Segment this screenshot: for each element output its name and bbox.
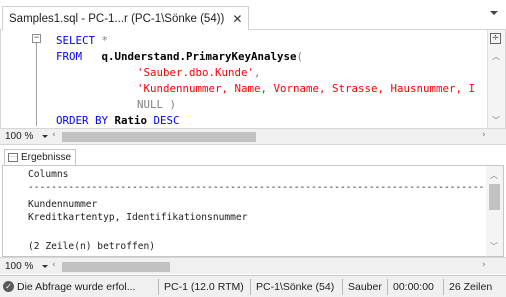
open-paren: ( — [296, 50, 304, 63]
status-divider — [342, 279, 343, 295]
chevron-down-icon — [42, 135, 49, 138]
keyword-null: NULL — [137, 98, 164, 111]
collapse-icon[interactable]: − — [32, 34, 41, 43]
status-divider — [250, 279, 251, 295]
result-rowcount: (2 Zeile(n) betroffen) — [28, 241, 156, 252]
order-column: Ratio — [108, 114, 148, 127]
query-status-bar: ✓ Die Abfrage wurde erfol... PC-1 (12.0 … — [0, 275, 506, 297]
results-zoom-select[interactable]: 100 % — [5, 259, 49, 274]
scroll-right-icon[interactable]: › — [482, 130, 486, 140]
tab-title: Samples1.sql - PC-1...r (PC-1\Sönke (54)… — [9, 12, 225, 25]
scroll-up-icon[interactable]: ︿ — [490, 170, 498, 181]
results-pane[interactable]: Columns --------------------------------… — [2, 165, 504, 257]
tab-ergebnisse[interactable]: Ergebnisse — [4, 149, 77, 165]
results-vertical-scrollbar[interactable]: ︿ ﹀ — [486, 166, 503, 256]
status-elapsed-time: 00:00:00 — [393, 281, 434, 293]
code-line-2: FROM q.Understand.PrimaryKeyAnalyse( — [56, 49, 303, 65]
results-zoom-row: 100 % ‹ › — [0, 257, 506, 274]
document-tab-bar: Samples1.sql - PC-1...r (PC-1\Sönke (54)… — [0, 0, 506, 30]
result-line: Kreditkartentyp, Identifikationsnummer — [28, 212, 248, 223]
outline-guide — [36, 34, 37, 126]
keyword-desc: DESC — [147, 114, 180, 127]
string-arg-2: 'Kundennummer, Name, Vorname, Strasse, H… — [137, 82, 476, 95]
close-paren: ) — [163, 98, 177, 111]
results-tab-row: Ergebnisse — [0, 147, 506, 165]
status-divider — [158, 279, 159, 295]
scroll-down-icon[interactable]: ﹀ — [492, 115, 500, 126]
grid-results-icon — [8, 153, 18, 162]
scroll-left-icon[interactable]: ‹ — [52, 130, 56, 140]
result-separator: ----------------------------------------… — [28, 182, 486, 193]
scroll-up-icon[interactable]: ︿ — [492, 51, 500, 62]
code-line-6: ORDER BY Ratio DESC — [56, 113, 180, 129]
code-line-4: 'Kundennummer, Name, Vorname, Strasse, H… — [137, 81, 475, 97]
scroll-left-icon[interactable]: ‹ — [52, 260, 56, 270]
editor-vertical-scrollbar[interactable]: ÷ ︿ ﹀ — [487, 30, 505, 128]
results-vscroll-thumb[interactable] — [489, 184, 500, 210]
status-divider — [387, 279, 388, 295]
status-row-count: 26 Zeilen — [449, 281, 493, 293]
editor-hscroll-thumb[interactable] — [62, 132, 256, 142]
close-icon[interactable]: ✕ — [232, 12, 242, 26]
keyword-from: FROM — [56, 50, 83, 63]
tab-samples1-sql[interactable]: Samples1.sql - PC-1...r (PC-1\Sönke (54)… — [2, 6, 250, 30]
comma: , — [254, 66, 261, 79]
editor-zoom-select[interactable]: 100 % — [5, 129, 49, 144]
scroll-down-icon[interactable]: ﹀ — [490, 241, 498, 252]
split-editor-icon[interactable]: ÷ — [490, 33, 501, 44]
scroll-right-icon[interactable]: › — [482, 260, 486, 270]
success-icon: ✓ — [3, 281, 14, 292]
status-database: Sauber — [348, 281, 382, 293]
results-hscroll-thumb[interactable] — [62, 262, 170, 272]
status-user: PC-1\Sönke (54) — [256, 281, 335, 293]
chevron-down-icon[interactable] — [490, 11, 498, 15]
editor-zoom-value: 100 % — [5, 131, 34, 142]
code-line-1: SELECT * — [56, 33, 108, 49]
result-line: Columns — [28, 169, 69, 180]
results-zoom-value: 100 % — [5, 261, 34, 272]
keyword-select: SELECT — [56, 34, 96, 47]
status-message: Die Abfrage wurde erfol... — [17, 281, 136, 293]
status-server: PC-1 (12.0 RTM) — [164, 281, 244, 293]
select-star: * — [95, 34, 109, 47]
code-line-5: NULL ) — [137, 97, 176, 113]
result-line: Kundennummer — [28, 199, 98, 210]
string-arg-1: 'Sauber.dbo.Kunde' — [137, 66, 255, 79]
code-line-3: 'Sauber.dbo.Kunde', — [137, 65, 261, 81]
keyword-order-by: ORDER BY — [56, 114, 109, 127]
status-divider — [443, 279, 444, 295]
function-name: q.Understand.PrimaryKeyAnalyse — [101, 50, 297, 63]
chevron-down-icon — [42, 265, 49, 268]
query-editor[interactable]: − SELECT * FROM q.Understand.PrimaryKeyA… — [0, 30, 506, 128]
results-tab-label: Ergebnisse — [21, 152, 72, 163]
editor-zoom-row: 100 % ‹ › — [0, 128, 506, 145]
